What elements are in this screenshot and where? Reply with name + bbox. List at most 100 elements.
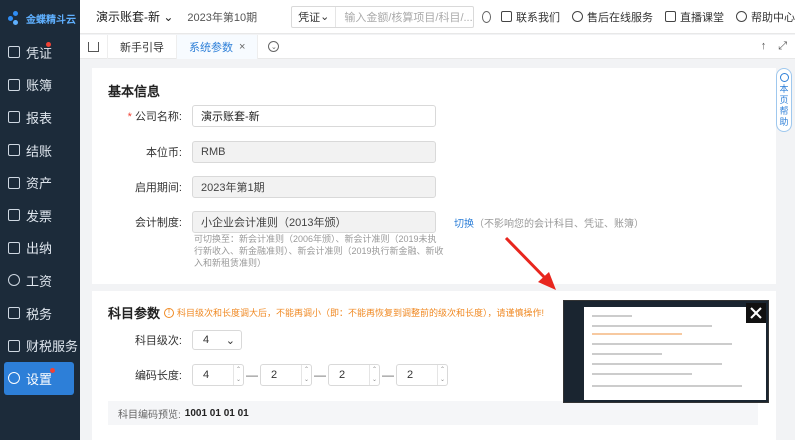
accounting-system-field: 小企业会计准则（2013年颁） xyxy=(192,211,436,233)
sidebar-item-label: 财税服务 xyxy=(26,339,79,355)
tab-guide[interactable]: 新手引导 xyxy=(108,34,177,59)
nav-icon xyxy=(8,144,20,157)
tab-system-params[interactable]: 系统参数 × xyxy=(177,34,259,59)
chevron-down-icon[interactable]: ⌄ xyxy=(268,41,280,52)
sidebar-item-label: 工资 xyxy=(26,273,53,289)
sidebar-item-5[interactable]: 发票 xyxy=(0,199,80,232)
company-name-label: * 公司名称: xyxy=(127,111,182,123)
sidebar-item-0[interactable]: 凭证 xyxy=(0,36,80,69)
nav-icon xyxy=(8,78,20,91)
help-label-char: 页 xyxy=(779,95,789,105)
sidebar-item-7[interactable]: 工资 xyxy=(0,264,80,297)
sidebar-item-label: 出纳 xyxy=(26,241,53,257)
chevron-down-icon: ⌄ xyxy=(225,334,235,347)
account-selector[interactable]: 演示账套-新 ⌄ xyxy=(96,8,173,25)
subject-params-title: 科目参数 xyxy=(108,306,161,321)
section-divider xyxy=(92,284,776,291)
sidebar-item-3[interactable]: 结账 xyxy=(0,134,80,167)
code-length-stepper-3[interactable]: 2 ⌃ ⌄ xyxy=(328,364,380,386)
code-preview: 科目编码预览: 1001 01 01 01 xyxy=(108,401,758,425)
basic-info-title: 基本信息 xyxy=(108,84,161,99)
currency-label: 本位币: xyxy=(145,147,182,159)
switch-hint: 可切换至：新会计准则（2006年颁）、新会计准则（2019未执行新收入、新金融准… xyxy=(194,234,444,268)
sidebar: 金蝶精斗云 凭证账簿报表结账资产发票出纳工资税务财税服务设置 xyxy=(0,0,80,440)
warning-icon: ! xyxy=(164,307,174,318)
nav-icon xyxy=(8,241,20,254)
sidebar-item-2[interactable]: 报表 xyxy=(0,101,80,134)
code-length-stepper-4[interactable]: 2 ⌃ ⌄ xyxy=(396,364,448,386)
sidebar-item-8[interactable]: 税务 xyxy=(0,297,80,330)
contact-icon xyxy=(501,11,512,22)
home-icon[interactable] xyxy=(80,34,108,59)
nav-icon xyxy=(8,176,20,189)
help-icon xyxy=(736,11,747,22)
subject-level-select[interactable]: 4 ⌄ xyxy=(192,330,242,350)
help-label-char: 本 xyxy=(779,84,789,94)
sidebar-item-label: 设置 xyxy=(26,371,53,387)
search-type-select[interactable]: 凭证 ⌄ xyxy=(292,6,337,27)
tab-bar: 新手引导 系统参数 × ⌄ ↑ ⤢ xyxy=(80,34,795,59)
page-help-tab[interactable]: 本 页 帮 助 xyxy=(776,68,792,132)
top-links: 联系我们 售后在线服务 直播课堂 帮助中心 xyxy=(501,9,795,25)
nav-icon xyxy=(8,274,20,287)
sidebar-item-label: 发票 xyxy=(26,208,53,224)
search-input[interactable]: 输入金额/核算项目/科目/... xyxy=(336,9,472,25)
sidebar-item-label: 资产 xyxy=(26,176,53,192)
nav-icon xyxy=(8,209,20,222)
code-length-label: 编码长度: xyxy=(134,370,182,382)
help-label-char: 助 xyxy=(779,117,789,127)
company-name-input[interactable]: 演示账套-新 xyxy=(192,105,436,127)
code-length-stepper-2[interactable]: 2 ⌃ ⌄ xyxy=(260,364,312,386)
dash-separator: — xyxy=(314,368,326,382)
stepper-arrows-icon[interactable]: ⌃ ⌄ xyxy=(301,365,311,385)
start-period-label: 启用期间: xyxy=(134,182,182,194)
logo[interactable]: 金蝶精斗云 xyxy=(0,0,80,36)
sidebar-item-10[interactable]: 设置 xyxy=(4,361,74,395)
nav-icon xyxy=(8,111,20,124)
help-circle-icon xyxy=(779,73,789,82)
close-icon[interactable] xyxy=(746,303,766,323)
subject-level-label: 科目级次: xyxy=(134,335,182,347)
help-video-thumbnail[interactable] xyxy=(563,300,769,403)
logo-text: 金蝶精斗云 xyxy=(26,14,76,26)
help-label-char: 帮 xyxy=(779,106,789,116)
sidebar-item-6[interactable]: 出纳 xyxy=(0,232,80,265)
code-length-stepper-1[interactable]: 4 ⌃ ⌄ xyxy=(192,364,244,386)
top-bar: 演示账套-新 ⌄ 2023年第10期 凭证 ⌄ 输入金额/核算项目/科目/... … xyxy=(80,0,795,34)
notification-badge xyxy=(50,367,55,373)
contact-us-link[interactable]: 联系我们 xyxy=(501,9,560,25)
logo-icon xyxy=(8,11,22,25)
currency-field: RMB xyxy=(192,141,436,163)
after-sales-link[interactable]: 售后在线服务 xyxy=(572,9,653,25)
code-preview-value: 1001 01 01 01 xyxy=(184,407,249,419)
person-icon xyxy=(665,11,676,22)
switch-link[interactable]: 切换 xyxy=(454,219,474,230)
sidebar-item-label: 账簿 xyxy=(26,78,53,94)
dash-separator: — xyxy=(382,368,394,382)
expand-icon[interactable]: ⤢ xyxy=(778,40,787,53)
notification-badge xyxy=(46,42,51,47)
stepper-arrows-icon[interactable]: ⌃ ⌄ xyxy=(369,365,379,385)
sidebar-item-label: 报表 xyxy=(26,110,53,126)
stepper-arrows-icon[interactable]: ⌃ ⌄ xyxy=(437,365,447,385)
sidebar-item-1[interactable]: 账簿 xyxy=(0,69,80,102)
accounting-system-label: 会计制度: xyxy=(134,217,182,229)
live-class-link[interactable]: 直播课堂 xyxy=(665,9,724,25)
dash-separator: — xyxy=(246,368,258,382)
start-period-field: 2023年第1期 xyxy=(192,176,436,198)
sidebar-item-9[interactable]: 财税服务 xyxy=(0,329,80,362)
headset-icon xyxy=(572,11,583,22)
nav-icon xyxy=(8,46,20,59)
sidebar-item-label: 税务 xyxy=(26,306,53,322)
search-icon[interactable] xyxy=(481,10,491,23)
current-period: 2023年第10期 xyxy=(187,11,258,24)
switch-note: （不影响您的会计科目、凭证、账簿） xyxy=(474,218,644,230)
arrow-up-icon[interactable]: ↑ xyxy=(761,40,767,53)
help-center-link[interactable]: 帮助中心 xyxy=(736,9,795,25)
nav-icon xyxy=(8,339,20,352)
sidebar-item-label: 结账 xyxy=(26,143,53,159)
stepper-arrows-icon[interactable]: ⌃ ⌄ xyxy=(233,365,243,385)
sidebar-item-4[interactable]: 资产 xyxy=(0,166,80,199)
close-tab-icon[interactable]: × xyxy=(239,41,245,53)
nav-icon xyxy=(8,307,20,320)
